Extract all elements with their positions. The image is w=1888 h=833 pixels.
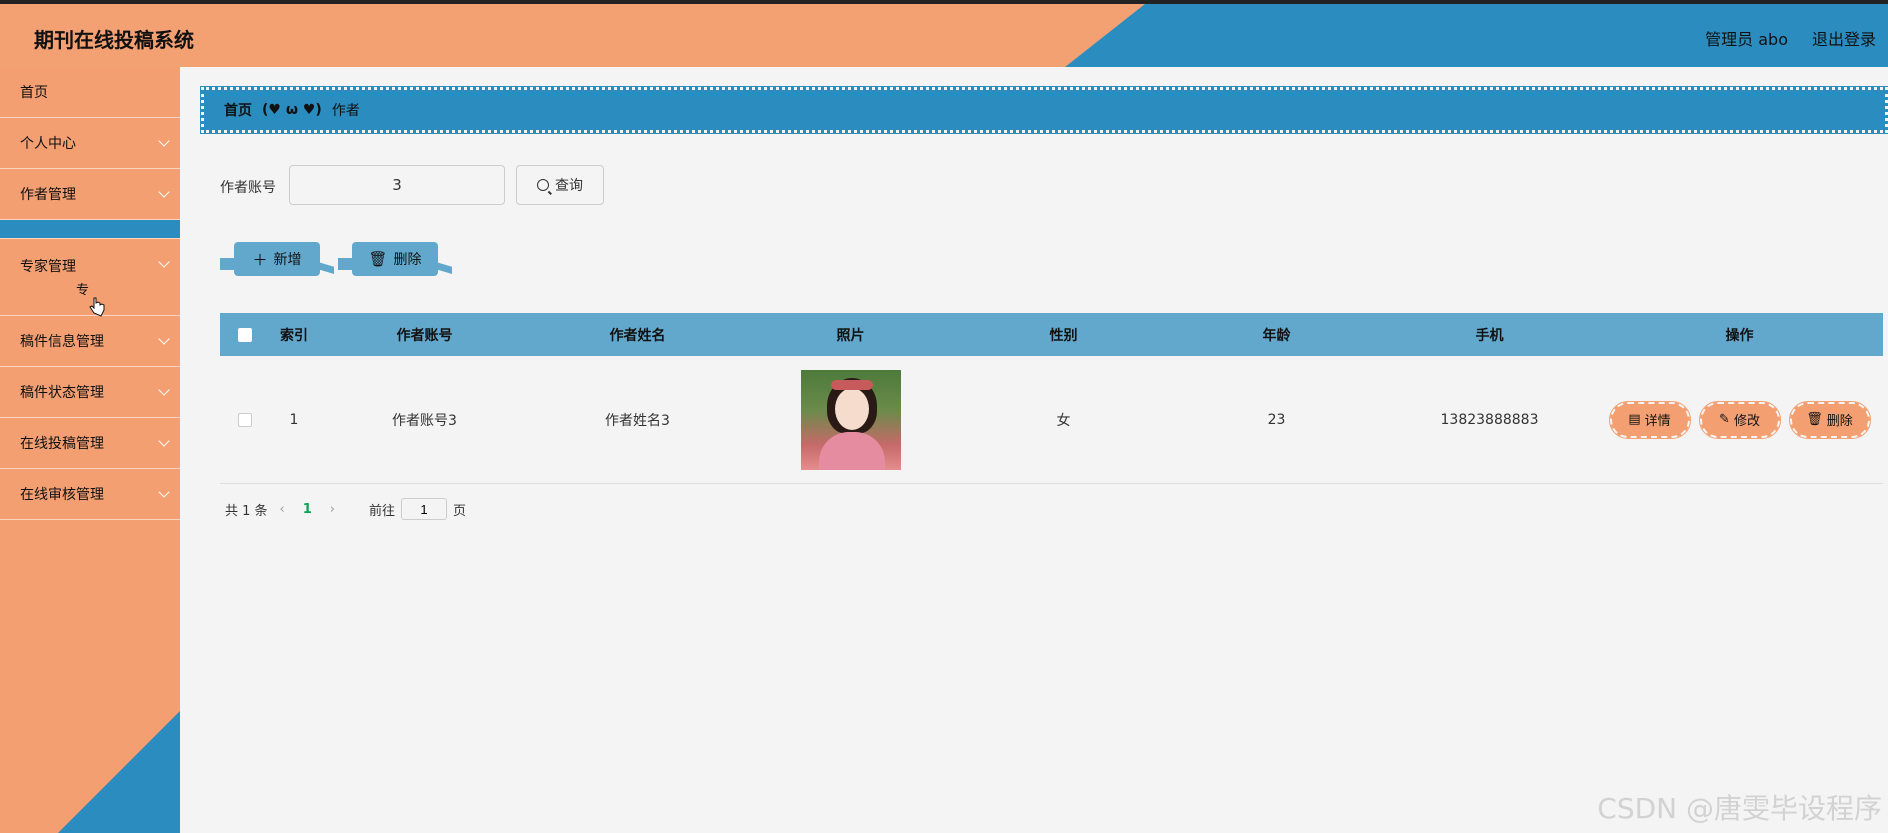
sidebar-item-online-submission[interactable]: 在线投稿管理 [0, 418, 180, 469]
chevron-down-icon [158, 186, 170, 198]
detail-button[interactable]: ▤ 详情 [1608, 400, 1691, 439]
row-name: 作者姓名3 [605, 412, 670, 429]
column-header-phone: 手机 [1475, 327, 1504, 344]
sidebar-item-home[interactable]: 首页 [0, 67, 180, 118]
prev-page-icon[interactable]: ‹ [280, 502, 285, 517]
sidebar-item-label: 在线投稿管理 [20, 436, 104, 452]
column-header-age: 年龄 [1262, 327, 1291, 344]
sidebar-item-label: 作者管理 [20, 187, 76, 203]
breadcrumb: 首页 (♥ ω ♥) 作者 [200, 86, 1888, 134]
breadcrumb-current: 作者 [331, 103, 360, 119]
delete-button-label: 删除 [1826, 414, 1853, 429]
photo-face [834, 387, 869, 430]
sidebar-item-label: 个人中心 [20, 136, 76, 152]
row-phone: 13823888883 [1440, 411, 1539, 428]
column-header-account: 作者账号 [396, 327, 453, 344]
add-button-label: 新增 [273, 252, 302, 268]
pagination-total: 共 1 条 [225, 503, 268, 519]
photo-body [818, 431, 885, 470]
chevron-down-icon [158, 256, 170, 268]
pagination-unit: 页 [453, 503, 467, 519]
pagination-goto-label: 前往 [369, 503, 396, 519]
app-title: 期刊在线投稿系统 [34, 28, 194, 52]
sidebar-item-online-review[interactable]: 在线审核管理 [0, 469, 180, 520]
breadcrumb-home[interactable]: 首页 [224, 100, 252, 120]
batch-delete-button[interactable]: 🗑 删除 [352, 242, 438, 276]
search-button[interactable]: 查询 [516, 165, 604, 205]
row-gender: 女 [1056, 412, 1071, 429]
delete-button-ribbon-tail [436, 262, 452, 274]
delete-button-label: 删除 [393, 252, 422, 268]
top-header: 期刊在线投稿系统 管理员 abo 退出登录 [0, 0, 1888, 67]
table-header: 索引 作者账号 作者姓名 照片 性别 年龄 手机 操作 [220, 313, 1883, 356]
chevron-down-icon [158, 333, 170, 345]
sidebar-item-label: 专家管理 [20, 259, 76, 275]
column-header-gender: 性别 [1049, 327, 1078, 344]
logout-link[interactable]: 退出登录 [1812, 26, 1876, 50]
row-checkbox[interactable] [238, 412, 252, 427]
author-account-input[interactable] [289, 165, 505, 205]
sidebar: 首页 个人中心 作者管理 专家管理 专 稿件信息管理 稿件状态管理 在线投稿管理… [0, 67, 180, 833]
search-icon [537, 179, 549, 191]
next-page-icon[interactable]: › [330, 502, 335, 517]
pagination: 共 1 条 ‹ 1 › 前往 页 [225, 498, 466, 520]
sidebar-item-author-management[interactable]: 作者管理 [0, 169, 180, 220]
sidebar-item-label: 首页 [20, 85, 48, 101]
search-label: 作者账号 [220, 180, 276, 196]
photo-headband [830, 379, 873, 390]
sidebar-item-label: 稿件状态管理 [20, 385, 104, 401]
select-all-checkbox[interactable] [238, 327, 252, 342]
add-button-wrap: ＋ 新增 [220, 242, 340, 276]
sidebar-blue-corner [58, 711, 180, 833]
trash-icon: 🗑 [1806, 412, 1823, 427]
row-account: 作者账号3 [392, 412, 457, 429]
sidebar-item-manuscript-status[interactable]: 稿件状态管理 [0, 367, 180, 418]
column-header-photo: 照片 [836, 327, 865, 344]
document-icon: ▤ [1628, 412, 1641, 427]
page-jump-input[interactable] [401, 498, 448, 520]
page-number-current[interactable]: 1 [303, 502, 312, 517]
hand-cursor-icon [89, 297, 105, 317]
row-index: 1 [289, 411, 299, 428]
author-table: 索引 作者账号 作者姓名 照片 性别 年龄 手机 操作 1 作者账号3 作者姓名… [220, 313, 1883, 484]
delete-button-wrap: 🗑 删除 [338, 242, 458, 276]
plus-icon: ＋ [252, 250, 268, 269]
author-photo[interactable] [800, 369, 901, 470]
sidebar-item-personal-center[interactable]: 个人中心 [0, 118, 180, 169]
row-age: 23 [1267, 411, 1286, 428]
header-orange-shape [0, 4, 1145, 67]
edit-button[interactable]: ✎ 修改 [1698, 400, 1781, 439]
sidebar-item-label: 稿件信息管理 [20, 334, 104, 350]
sidebar-submenu-strip [0, 220, 180, 239]
add-button-ribbon-tail [318, 262, 334, 274]
sidebar-item-label: 在线审核管理 [20, 487, 104, 503]
detail-button-label: 详情 [1644, 414, 1671, 429]
edit-button-label: 修改 [1733, 414, 1760, 429]
pencil-icon: ✎ [1719, 412, 1730, 427]
add-button[interactable]: ＋ 新增 [234, 242, 320, 276]
chevron-down-icon [158, 486, 170, 498]
search-button-label: 查询 [555, 178, 583, 194]
breadcrumb-separator: (♥ ω ♥) [262, 102, 322, 118]
current-user: 管理员 abo [1705, 30, 1788, 49]
chevron-down-icon [158, 135, 170, 147]
table-row: 1 作者账号3 作者姓名3 女 23 13823888883 ▤ 详情 ✎ 修改 [220, 356, 1883, 484]
sidebar-subitem-expert[interactable]: 专 [0, 279, 180, 298]
row-delete-button[interactable]: 🗑 删除 [1788, 400, 1871, 439]
chevron-down-icon [158, 435, 170, 447]
column-header-name: 作者姓名 [609, 327, 666, 344]
column-header-actions: 操作 [1725, 327, 1754, 344]
watermark: CSDN @唐雯毕设程序 [1597, 792, 1882, 825]
column-header-index: 索引 [280, 327, 308, 344]
chevron-down-icon [158, 384, 170, 396]
trash-icon: 🗑 [368, 250, 388, 268]
sidebar-item-manuscript-info[interactable]: 稿件信息管理 [0, 316, 180, 367]
